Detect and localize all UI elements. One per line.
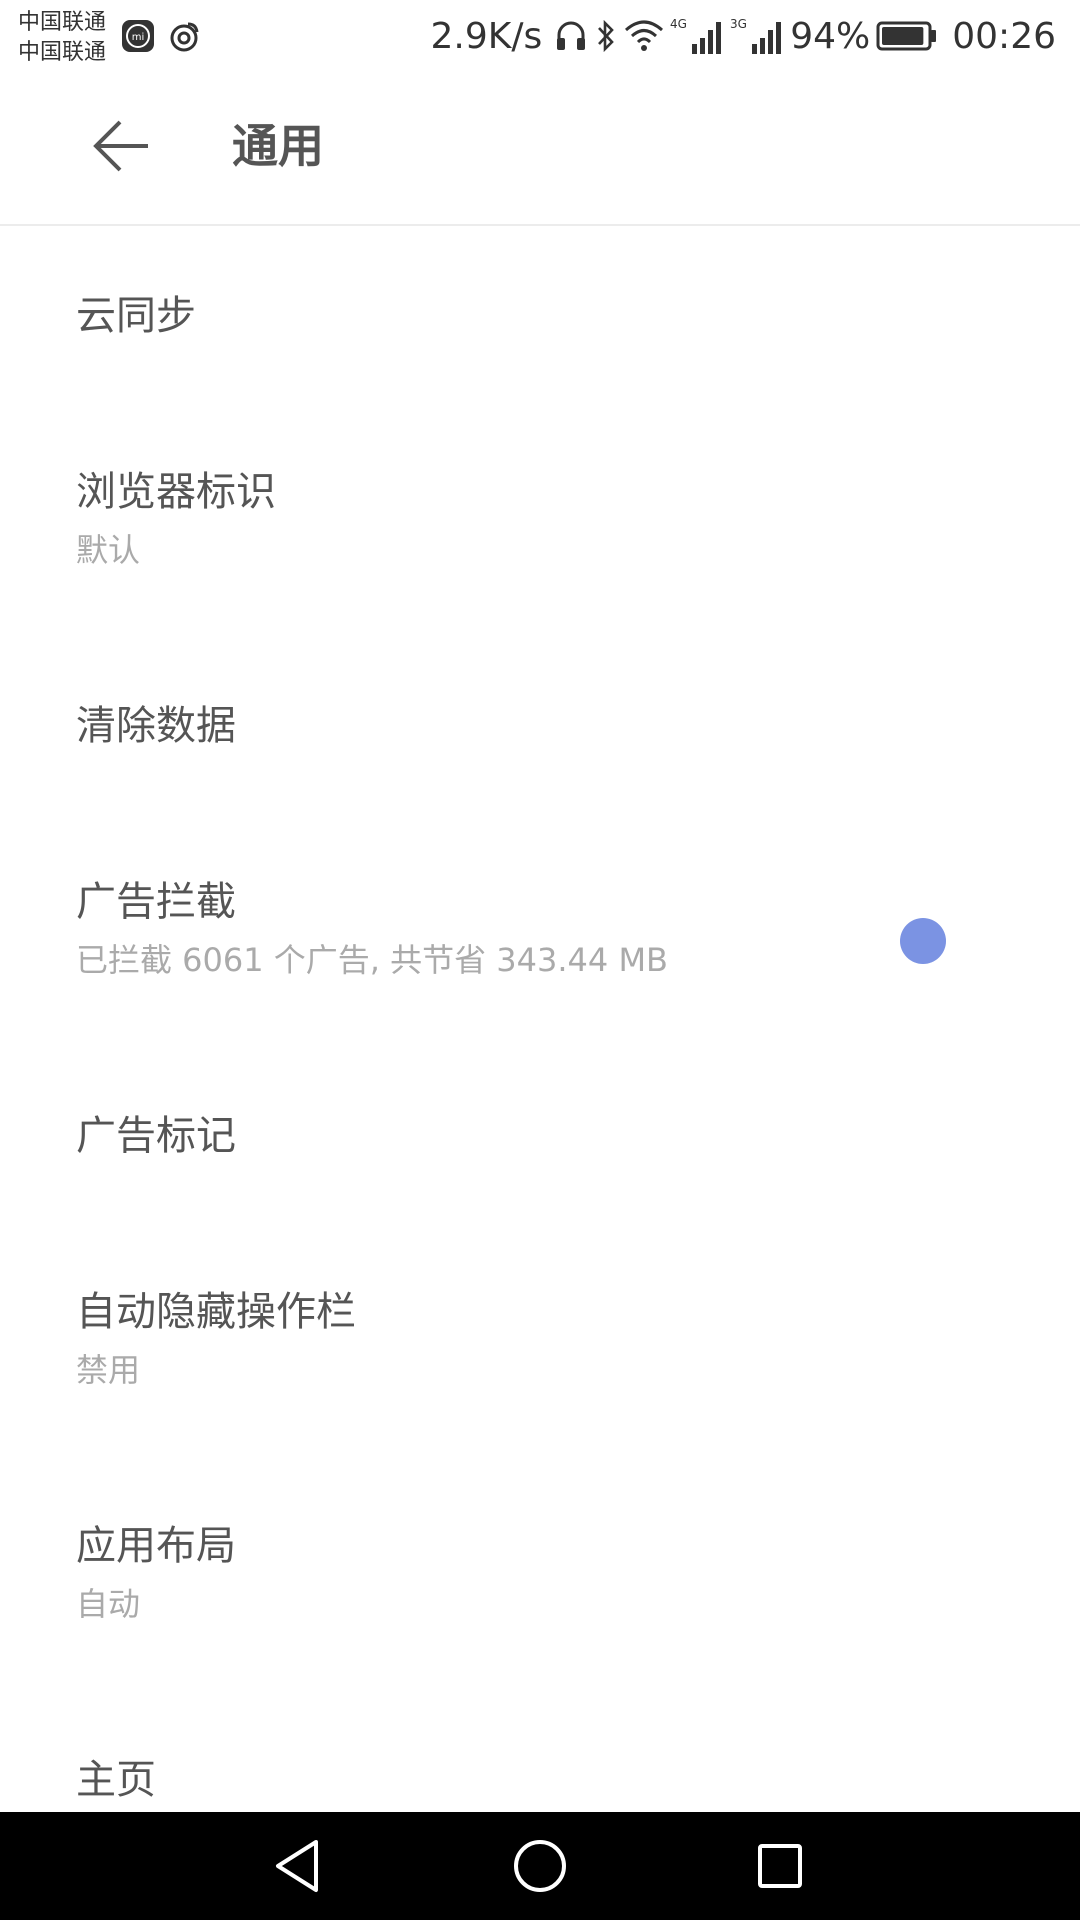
- signal-icon: 4G: [670, 17, 722, 54]
- recents-square-icon[interactable]: [748, 1834, 812, 1898]
- settings-item-user-agent[interactable]: 浏览器标识 默认: [0, 402, 1080, 636]
- signal-1-type: 4G: [670, 17, 687, 31]
- settings-item-auto-hide-toolbar[interactable]: 自动隐藏操作栏 禁用: [0, 1222, 1080, 1456]
- settings-item-app-layout[interactable]: 应用布局 自动: [0, 1456, 1080, 1690]
- item-subtitle: 默认: [76, 531, 141, 569]
- item-title: 云同步: [76, 293, 196, 339]
- net-speed: 2.9K/s: [430, 15, 543, 57]
- signal-2-type: 3G: [730, 17, 747, 31]
- back-button[interactable]: [84, 114, 164, 178]
- settings-item-ad-block[interactable]: 广告拦截 已拦截 6061 个广告, 共节省 343.44 MB: [0, 812, 1080, 1046]
- screen: 中国联通 中国联通 mi 2.9K/s 4G 3G 94% 00:26 通用 云…: [0, 0, 1080, 1920]
- item-title: 自动隐藏操作栏: [76, 1289, 356, 1335]
- item-title: 广告标记: [76, 1113, 236, 1159]
- item-subtitle: 已拦截 6061 个广告, 共节省 343.44 MB: [76, 941, 669, 979]
- ad-block-toggle[interactable]: [900, 918, 946, 964]
- battery-percent: 94%: [790, 15, 871, 57]
- headphones-icon: [557, 21, 586, 50]
- carrier-2: 中国联通: [18, 40, 107, 65]
- back-triangle-icon[interactable]: [266, 1834, 330, 1898]
- svg-text:mi: mi: [132, 32, 145, 43]
- settings-item-cloud-sync[interactable]: 云同步: [0, 226, 1080, 402]
- bluetooth-icon: [598, 19, 615, 53]
- carrier-1: 中国联通: [18, 10, 107, 35]
- item-subtitle: 自动: [76, 1585, 141, 1623]
- clock: 00:26: [952, 15, 1056, 57]
- home-circle-icon[interactable]: [508, 1834, 572, 1898]
- nav-bar: [0, 1812, 1080, 1920]
- settings-item-homepage[interactable]: 主页: [0, 1690, 1080, 1812]
- settings-item-clear-data[interactable]: 清除数据: [0, 636, 1080, 812]
- arrow-left-icon: [93, 120, 148, 172]
- item-title: 应用布局: [76, 1523, 236, 1569]
- app-bar: 通用: [0, 72, 1080, 226]
- item-title: 浏览器标识: [76, 469, 276, 515]
- page-title: 通用: [232, 119, 324, 173]
- battery-icon: [876, 21, 937, 51]
- status-bar: 中国联通 中国联通 mi 2.9K/s 4G 3G 94% 00:26: [0, 0, 1080, 72]
- carrier-labels: 中国联通 中国联通: [18, 8, 106, 68]
- weibo-icon: [170, 22, 199, 52]
- status-right: 2.9K/s 4G 3G 94% 00:26: [430, 12, 1056, 60]
- item-title: 主页: [76, 1757, 156, 1803]
- mi-icon: mi: [122, 20, 154, 52]
- item-title: 广告拦截: [76, 879, 236, 925]
- item-subtitle: 禁用: [76, 1351, 141, 1389]
- signal-icon: 3G: [730, 17, 782, 54]
- wifi-icon: [625, 20, 664, 51]
- settings-item-ad-mark[interactable]: 广告标记: [0, 1046, 1080, 1222]
- item-title: 清除数据: [76, 703, 236, 749]
